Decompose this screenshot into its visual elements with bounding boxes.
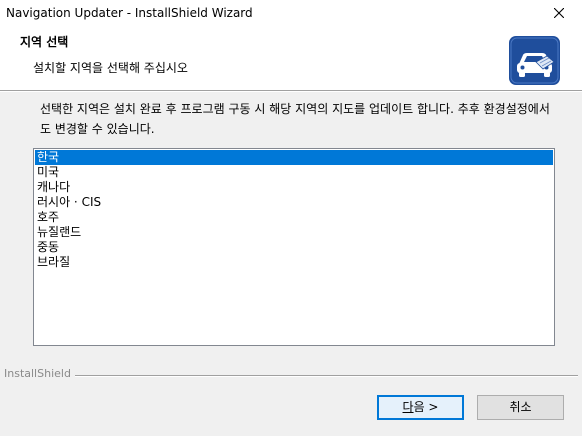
footer-divider [75, 375, 578, 377]
region-listbox[interactable]: 한국 미국 캐나다 러시아 · CIS 호주 뉴질랜드 중동 브라질 [33, 148, 555, 346]
next-button-label: 음 > [413, 400, 439, 414]
next-button[interactable]: 다음 > [377, 395, 464, 420]
next-button-mnemonic: 다 [402, 400, 414, 414]
installshield-label: InstallShield [4, 367, 71, 380]
close-icon [554, 8, 564, 18]
description-text: 선택한 지역은 설치 완료 후 프로그램 구동 시 해당 지역의 지도를 업데이… [40, 102, 550, 136]
region-list-item[interactable]: 한국 [35, 150, 553, 165]
installer-window: Navigation Updater - InstallShield Wizar… [0, 0, 582, 436]
region-list-item[interactable]: 중동 [35, 240, 553, 255]
region-list-item[interactable]: 호주 [35, 210, 553, 225]
region-list-item[interactable]: 브라질 [35, 255, 553, 270]
page-title: 지역 선택 [20, 35, 69, 49]
region-list-item[interactable]: 캐나다 [35, 180, 553, 195]
wizard-header [0, 26, 582, 90]
cancel-button[interactable]: 취소 [477, 395, 564, 420]
region-list-item[interactable]: 러시아 · CIS [35, 195, 553, 210]
region-list-item[interactable]: 뉴질랜드 [35, 225, 553, 240]
header-divider [0, 90, 582, 92]
car-with-map-icon [509, 36, 560, 85]
region-list-item[interactable]: 미국 [35, 165, 553, 180]
close-button[interactable] [536, 0, 582, 26]
page-subtitle: 설치할 지역을 선택해 주십시오 [33, 61, 188, 75]
window-title: Navigation Updater - InstallShield Wizar… [6, 6, 253, 20]
title-bar[interactable]: Navigation Updater - InstallShield Wizar… [0, 0, 582, 26]
